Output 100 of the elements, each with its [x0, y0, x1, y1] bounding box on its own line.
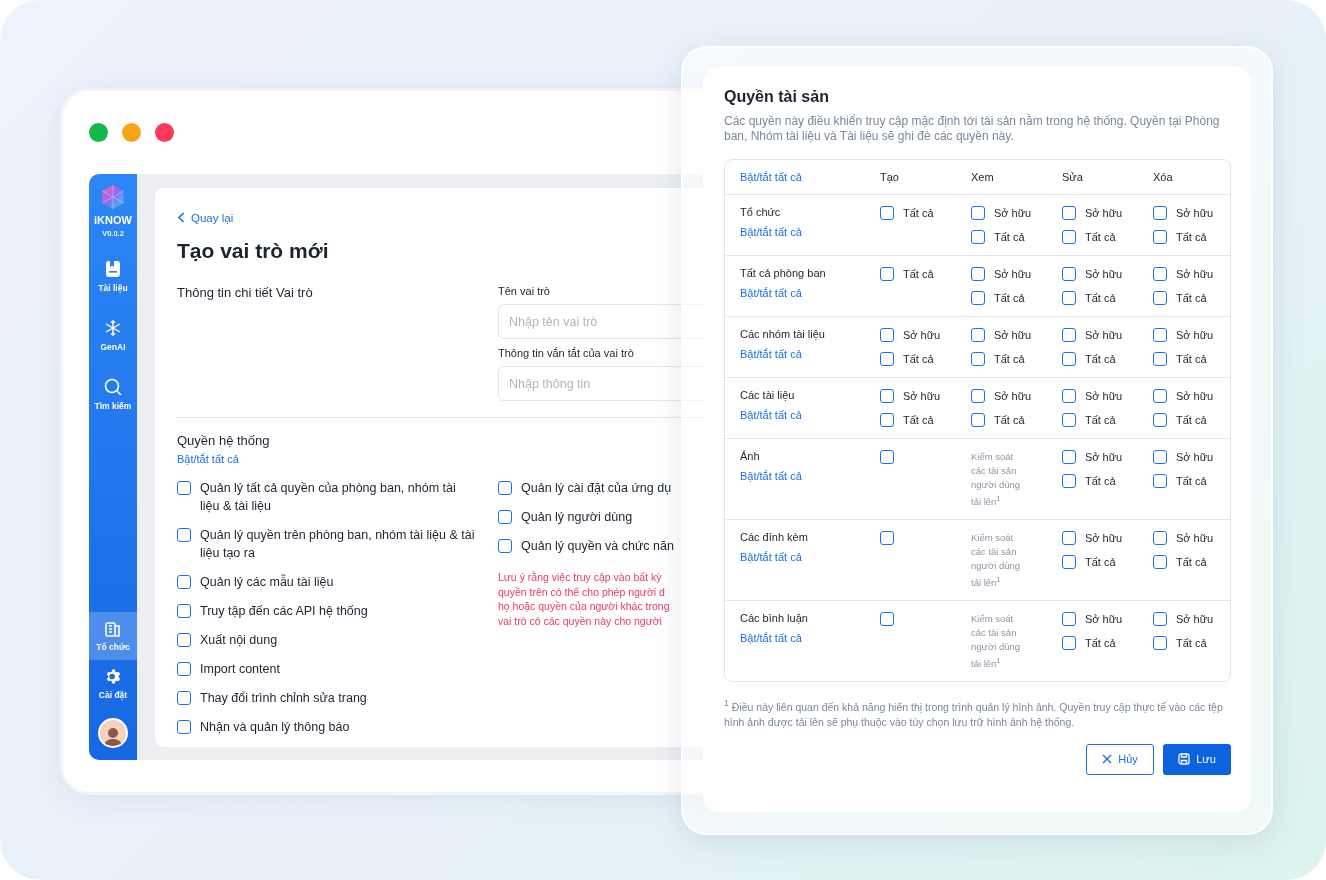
row-label: Các nhóm tài liệu [740, 328, 826, 340]
checkbox[interactable] [880, 612, 894, 627]
checkbox[interactable] [1062, 206, 1076, 220]
checkbox[interactable] [880, 450, 894, 464]
checkbox[interactable] [1153, 413, 1167, 427]
toggle-all-link[interactable]: Bật/tắt tất cả [740, 287, 802, 299]
checkbox-label: Sở hữu [1085, 206, 1123, 221]
checkbox[interactable] [1062, 612, 1076, 627]
checkbox[interactable] [177, 720, 191, 734]
sidebar-item[interactable]: GenAI [89, 311, 137, 360]
checkbox[interactable] [177, 575, 191, 589]
checkbox-label: Sở hữu [1176, 531, 1214, 547]
sidebar-item[interactable]: Cài đặt [89, 660, 137, 708]
checkbox[interactable] [1153, 531, 1167, 546]
save-icon [1178, 753, 1191, 766]
checkbox-label: Tất cả [1176, 230, 1207, 245]
checkbox[interactable] [880, 352, 894, 366]
checkbox[interactable] [1153, 636, 1167, 651]
toggle-all-link[interactable]: Bật/tắt tất cả [740, 409, 802, 421]
section-heading: Quyền hệ thống [177, 433, 271, 448]
sidebar-item[interactable]: Tổ chức [89, 612, 137, 660]
checkbox[interactable] [971, 413, 985, 427]
checkbox[interactable] [971, 230, 985, 244]
checkbox[interactable] [1153, 555, 1167, 570]
sidebar-item[interactable]: Tìm kiếm [89, 370, 137, 419]
checkbox[interactable] [177, 528, 191, 542]
checkbox[interactable] [1153, 450, 1167, 464]
checkbox[interactable] [1062, 291, 1076, 305]
avatar[interactable] [98, 718, 128, 748]
checkbox[interactable] [1062, 328, 1076, 342]
checkbox[interactable] [177, 604, 191, 618]
toggle-all-link[interactable]: Bật/tắt tất cả [740, 470, 802, 482]
checkbox[interactable] [1153, 291, 1167, 305]
checkbox[interactable] [1062, 267, 1076, 281]
checkbox[interactable] [880, 413, 894, 427]
checkbox-label: Sở hữu [994, 328, 1032, 343]
row-label: Các tài liệu [740, 389, 796, 401]
checkbox[interactable] [880, 328, 894, 342]
toggle-all-link[interactable]: Bật/tắt tất cả [740, 551, 802, 564]
checkbox[interactable] [971, 328, 985, 342]
checkbox[interactable] [971, 352, 985, 366]
row-label: Tất cả phòng ban [740, 267, 827, 279]
checkbox[interactable] [1062, 450, 1076, 464]
footnote: $^{1}$ Điều này liên quan đến khả năng hiển thị trong trình quản lý hình ảnh. Quyền truy cập thực tế vào các tệp hình ảnh được tải lên sẽ phụ thuộc vào tùy chọn lưu trữ hình ảnh hệ thống. [724, 697, 1224, 730]
checkbox[interactable] [1062, 636, 1076, 651]
toggle-all-link[interactable]: Bật/tắt tất cả [740, 226, 802, 238]
checkbox[interactable] [971, 389, 985, 403]
cell-note: Kiểm soát các tài sản người dùng tải lên$^{1}$ [971, 612, 1022, 672]
checkbox-label: Truy tập đến các API hệ thống [200, 603, 368, 620]
checkbox[interactable] [498, 539, 512, 553]
checkbox[interactable] [971, 206, 985, 220]
checkbox[interactable] [1062, 413, 1076, 427]
checkbox-label: Sở hữu [1085, 450, 1123, 465]
checkbox[interactable] [1153, 206, 1167, 220]
toggle-all-link[interactable]: Bật/tắt tất cả [740, 632, 802, 645]
checkbox[interactable] [1062, 352, 1076, 366]
checkbox[interactable] [1153, 352, 1167, 366]
checkbox[interactable] [1153, 612, 1167, 627]
toggle-all-link[interactable]: Bật/tắt tất cả [740, 171, 880, 183]
checkbox[interactable] [880, 267, 894, 281]
maximize-button[interactable] [89, 123, 108, 142]
checkbox[interactable] [971, 267, 985, 281]
checkbox[interactable] [177, 662, 191, 676]
checkbox[interactable] [1062, 474, 1076, 488]
section-heading: Thông tin chi tiết Vai trò [177, 285, 314, 302]
checkbox[interactable] [498, 481, 512, 495]
save-button[interactable]: Lưu [1163, 743, 1231, 775]
checkbox[interactable] [1153, 267, 1167, 281]
checkbox[interactable] [1062, 531, 1076, 546]
checkbox-label: Tất cả [1085, 474, 1116, 489]
checkbox-label: Quản lý cài đặt của ứng dụ [521, 480, 672, 497]
snowflake-icon [104, 319, 122, 337]
checkbox-label: Quản lý tất cả quyền của phòng ban, nhóm tài liệu & tài liệu [200, 480, 457, 515]
toggle-all-link[interactable]: Bật/tắt tất cả [740, 348, 802, 360]
sidebar-item[interactable]: Tài liệu [89, 252, 137, 301]
checkbox[interactable] [1153, 474, 1167, 488]
back-link[interactable]: Quay lại [177, 211, 234, 224]
checkbox[interactable] [880, 206, 894, 220]
checkbox[interactable] [498, 510, 512, 524]
checkbox[interactable] [177, 691, 191, 705]
checkbox[interactable] [177, 481, 191, 495]
checkbox-label: Sở hữu [1176, 206, 1214, 221]
checkbox-label: Sở hữu [1176, 450, 1214, 465]
checkbox-label: Tất cả [994, 413, 1025, 428]
cancel-button[interactable]: Hủy [1086, 743, 1154, 775]
checkbox[interactable] [1062, 555, 1076, 570]
checkbox-label: Tất cả [1176, 352, 1207, 367]
checkbox-label: Quản lý quyền và chức năn [521, 538, 674, 555]
search-icon [104, 378, 122, 396]
checkbox[interactable] [971, 291, 985, 305]
close-button[interactable] [155, 123, 174, 142]
checkbox[interactable] [880, 389, 894, 403]
checkbox[interactable] [177, 633, 191, 647]
checkbox[interactable] [1153, 328, 1167, 342]
checkbox[interactable] [1062, 389, 1076, 403]
checkbox[interactable] [880, 531, 894, 546]
checkbox[interactable] [1153, 230, 1167, 244]
checkbox[interactable] [1062, 230, 1076, 244]
column-header: Xem [971, 171, 995, 183]
checkbox[interactable] [1153, 389, 1167, 403]
